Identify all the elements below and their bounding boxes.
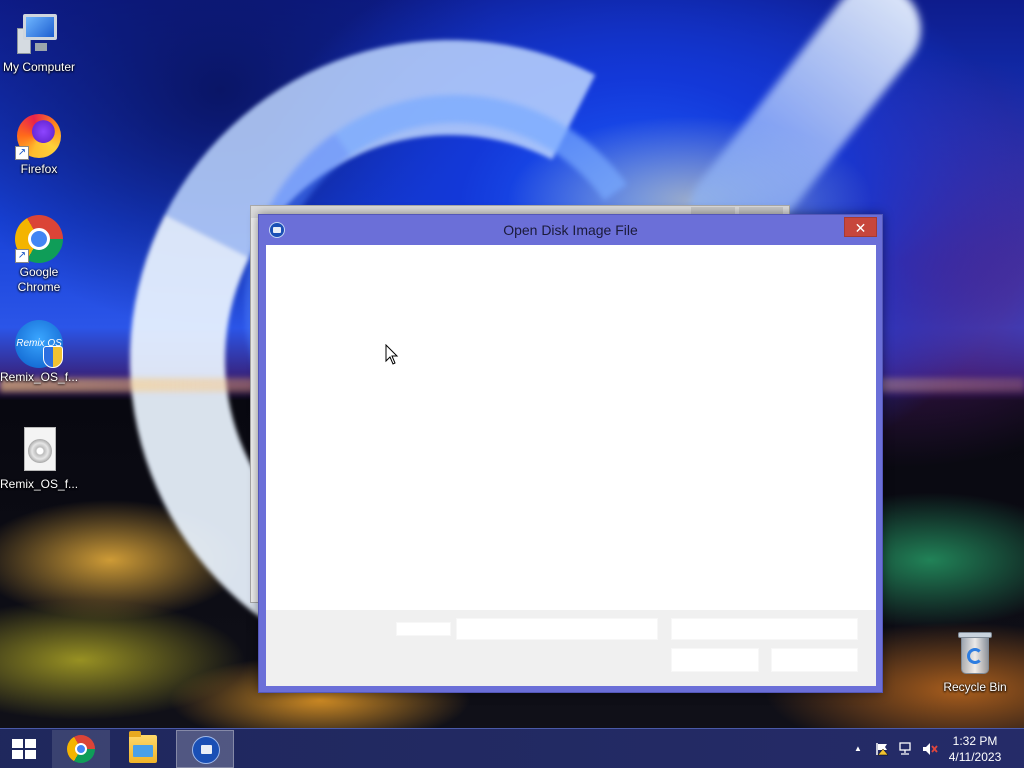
chrome-icon (67, 735, 95, 763)
shortcut-arrow-icon: ↗ (15, 146, 29, 160)
chrome-icon: ↗ (15, 215, 63, 263)
clock-time: 1:32 PM (952, 734, 998, 748)
clock-date: 4/11/2023 (948, 750, 1002, 764)
folder-icon (129, 731, 157, 763)
taskbar-button-chrome[interactable] (52, 730, 110, 768)
file-name-label-placeholder (396, 622, 451, 636)
desktop-icon-label: Remix_OS_f... (0, 477, 79, 491)
desktop-icon-google-chrome[interactable]: ↗ Google Chrome (0, 215, 78, 295)
close-button[interactable]: ✕ (844, 217, 877, 237)
desktop-icon-label: My Computer (2, 60, 76, 74)
recycle-bin-icon (951, 630, 999, 678)
file-type-select[interactable] (671, 618, 858, 640)
taskbar-button-disk-image-app[interactable] (176, 730, 234, 768)
network-icon[interactable] (898, 742, 914, 756)
desktop-icon-my-computer[interactable]: My Computer (0, 10, 78, 75)
taskbar: ▲ 1:32 PM 4/11/2023 (0, 728, 1024, 768)
open-disk-image-dialog: Open Disk Image File ✕ (258, 214, 883, 693)
desktop-icon-label: Recycle Bin (943, 680, 1007, 694)
desktop-icon-label: Remix_OS_f... (0, 370, 79, 384)
taskbar-button-file-explorer[interactable] (114, 730, 172, 768)
volume-muted-icon[interactable] (922, 742, 938, 756)
computer-icon (15, 10, 63, 58)
open-button[interactable] (671, 648, 759, 672)
dialog-client-area (266, 245, 876, 686)
desktop-icon-remix-installer[interactable]: Remix OS Remix_OS_f... (0, 320, 78, 385)
remix-os-installer-icon: Remix OS (15, 320, 63, 368)
show-hidden-icons-button[interactable]: ▲ (850, 742, 866, 756)
system-tray: ▲ (846, 729, 946, 768)
firefox-icon: ↗ (15, 112, 63, 160)
file-name-input[interactable] (456, 618, 658, 640)
dialog-titlebar[interactable]: Open Disk Image File ✕ (259, 215, 882, 245)
cancel-button[interactable] (771, 648, 858, 672)
disk-image-app-icon (192, 736, 220, 764)
dialog-footer (266, 610, 876, 686)
taskbar-clock[interactable]: 1:32 PM 4/11/2023 (940, 733, 1010, 765)
action-center-flag-icon[interactable] (874, 742, 890, 756)
desktop-icon-recycle-bin[interactable]: Recycle Bin (936, 630, 1014, 695)
uac-shield-icon (43, 346, 63, 368)
desktop-icon-firefox[interactable]: ↗ Firefox (0, 112, 78, 177)
file-browser-area[interactable] (266, 245, 876, 610)
disc-image-file-icon (15, 427, 63, 475)
desktop-icon-label: Firefox (20, 162, 58, 176)
mouse-pointer-icon (385, 344, 399, 365)
dialog-title: Open Disk Image File (503, 222, 638, 238)
desktop-icon-label: Google Chrome (17, 265, 61, 294)
start-button[interactable] (0, 729, 48, 768)
desktop-icon-remix-disc-image[interactable]: Remix_OS_f... (0, 427, 78, 492)
shortcut-arrow-icon: ↗ (15, 249, 29, 263)
